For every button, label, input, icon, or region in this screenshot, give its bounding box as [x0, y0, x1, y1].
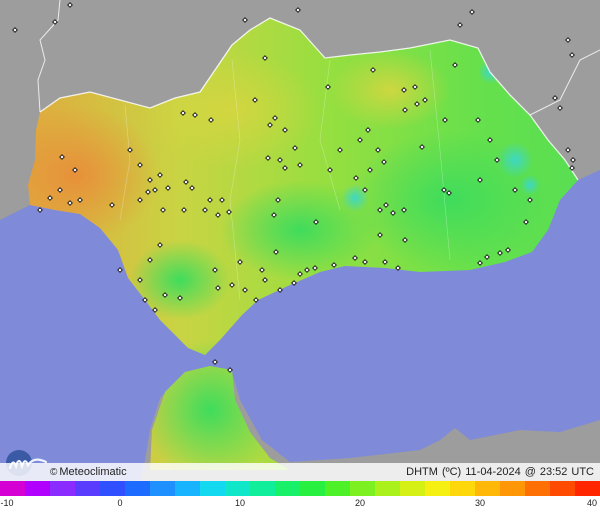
scale-tick-label: 10 — [234, 498, 246, 508]
caption-at: @ — [524, 466, 536, 478]
scale-swatch — [275, 481, 301, 496]
color-scale-ticks: -10 0 10 20 30 40 — [0, 498, 600, 512]
scale-swatch — [25, 481, 51, 496]
scale-swatch — [75, 481, 101, 496]
scale-swatch — [250, 481, 276, 496]
scale-swatch — [100, 481, 126, 496]
scale-swatch — [200, 481, 226, 496]
caption-unit: (ºC) — [441, 466, 462, 478]
scale-swatch — [50, 481, 76, 496]
caption-date: 11-04-2024 — [465, 466, 521, 478]
scale-tick-label: -10 — [0, 498, 14, 508]
scale-swatch — [425, 481, 451, 496]
scale-swatch — [125, 481, 151, 496]
scale-tick-label: 20 — [354, 498, 366, 508]
scale-tick-label: 40 — [586, 498, 598, 508]
caption-time: 23:52 — [539, 466, 568, 478]
scale-swatch — [400, 481, 426, 496]
scale-swatch — [500, 481, 526, 496]
caption-tz: UTC — [571, 466, 594, 478]
scale-swatch — [575, 481, 600, 496]
scale-swatch — [150, 481, 176, 496]
copyright-symbol: © — [50, 467, 58, 478]
map-viewport: © Meteoclimatic DHTM (ºC) 11-04-2024 @23:52 U… — [0, 0, 600, 517]
brand-label: © Meteoclimatic — [50, 466, 127, 478]
scale-swatch — [225, 481, 251, 496]
scale-tick-label: 0 — [117, 498, 123, 508]
scale-swatch — [475, 481, 501, 496]
scale-swatch — [300, 481, 326, 496]
map-caption: DHTM (ºC) 11-04-2024 @23:52 UTC — [402, 466, 594, 478]
scale-swatch — [525, 481, 551, 496]
scale-swatch — [325, 481, 351, 496]
scale-swatch — [175, 481, 201, 496]
scale-swatch — [550, 481, 576, 496]
scale-swatch — [450, 481, 476, 496]
scale-swatch — [0, 481, 26, 496]
scale-tick-label: 30 — [474, 498, 486, 508]
scale-swatch — [350, 481, 376, 496]
caption-variable: DHTM — [406, 466, 438, 478]
color-scale-bar — [0, 481, 600, 496]
scale-swatch — [375, 481, 401, 496]
brand-name: Meteoclimatic — [59, 466, 127, 478]
temperature-map — [0, 0, 600, 481]
